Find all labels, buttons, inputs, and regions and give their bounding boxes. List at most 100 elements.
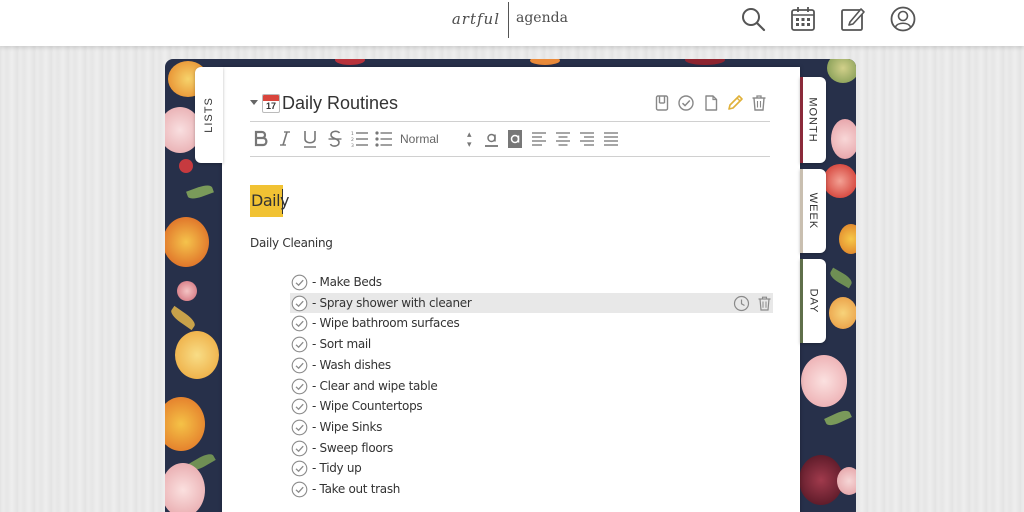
list-title[interactable]: Daily Routines <box>282 93 398 114</box>
align-right-button[interactable] <box>579 128 595 150</box>
check-circle-icon[interactable] <box>291 481 308 498</box>
check-circle-icon[interactable] <box>291 357 308 374</box>
check-circle-icon[interactable] <box>291 419 308 436</box>
task-label: - Sort mail <box>312 337 371 352</box>
task-label: - Clear and wipe table <box>312 378 438 393</box>
floral-decoration <box>837 467 856 495</box>
task-label: - Spray shower with cleaner <box>312 295 472 310</box>
tab-color-strip <box>800 169 803 253</box>
task-item[interactable]: - Wipe Countertops <box>290 396 773 417</box>
floral-decoration <box>685 59 725 65</box>
floral-decoration <box>831 119 856 159</box>
trash-icon[interactable] <box>750 94 768 112</box>
floral-decoration <box>165 397 205 451</box>
task-label: - Wash dishes <box>312 357 391 372</box>
account-icon[interactable] <box>889 5 917 33</box>
document-icon[interactable] <box>702 94 720 112</box>
tab-color-strip <box>800 259 803 343</box>
numbered-list-button[interactable]: 123 <box>351 128 368 150</box>
align-left-button[interactable] <box>531 128 547 150</box>
task-item[interactable]: - Clear and wipe table <box>290 376 773 397</box>
search-icon[interactable] <box>739 5 767 33</box>
svg-text:2: 2 <box>351 137 354 143</box>
floral-decoration <box>801 355 847 407</box>
checkmark-icon[interactable] <box>677 94 695 112</box>
svg-text:1: 1 <box>351 131 354 137</box>
formatting-toolbar: 123 Normal ▴ ▾ <box>250 126 770 152</box>
tab-day[interactable]: DAY <box>800 259 826 343</box>
app-logo: artful agenda <box>0 0 1024 46</box>
task-label: - Make Beds <box>312 275 382 289</box>
task-label: - Wipe Countertops <box>312 399 423 414</box>
bold-button[interactable] <box>253 128 269 150</box>
task-item[interactable]: - Wipe Sinks <box>290 417 773 438</box>
check-circle-icon[interactable] <box>291 398 308 415</box>
list-title-row: 17 Daily Routines <box>250 92 770 120</box>
check-circle-icon[interactable] <box>291 295 308 312</box>
save-icon[interactable] <box>653 94 671 112</box>
task-item[interactable]: - Sort mail <box>290 334 773 355</box>
floral-decoration <box>165 463 205 512</box>
calendar-icon[interactable] <box>789 5 817 33</box>
tab-month-label: MONTH <box>807 97 820 143</box>
title-divider <box>250 121 770 122</box>
tab-month[interactable]: MONTH <box>800 77 826 163</box>
top-bar: artful agenda <box>0 0 1024 46</box>
floral-decoration <box>828 267 854 289</box>
task-label: - Wipe Sinks <box>312 419 383 434</box>
logo-text-left: artful <box>451 10 500 28</box>
check-circle-icon[interactable] <box>291 440 308 457</box>
text-format-value: Normal <box>400 132 439 146</box>
compose-icon[interactable] <box>839 5 867 33</box>
align-center-button[interactable] <box>555 128 571 150</box>
calendar-emoji-icon: 17 <box>262 94 280 113</box>
check-circle-icon[interactable] <box>291 315 308 332</box>
justify-button[interactable] <box>603 128 619 150</box>
italic-button[interactable] <box>278 128 292 150</box>
floral-decoration <box>186 182 214 202</box>
check-circle-icon[interactable] <box>291 336 308 353</box>
bullet-list-button[interactable] <box>375 128 392 150</box>
clock-icon[interactable] <box>733 295 750 312</box>
floral-decoration <box>530 59 560 65</box>
underline-button[interactable] <box>302 128 318 150</box>
floral-decoration <box>827 59 856 83</box>
strikethrough-button[interactable] <box>327 128 343 150</box>
tab-lists-label: LISTS <box>203 97 216 133</box>
check-circle-icon[interactable] <box>291 378 308 395</box>
svg-text:3: 3 <box>351 143 354 149</box>
floral-decoration <box>177 281 197 301</box>
floral-decoration <box>175 331 219 379</box>
logo-divider <box>508 2 509 38</box>
task-item[interactable]: - Wipe bathroom surfaces <box>290 313 773 334</box>
highlighted-heading[interactable]: Daily <box>250 185 289 217</box>
floral-decoration <box>165 217 209 267</box>
task-item[interactable]: - Tidy up <box>290 458 773 479</box>
select-arrows-icon: ▴ ▾ <box>467 129 472 149</box>
text-cursor <box>282 189 283 214</box>
tab-day-label: DAY <box>807 288 819 314</box>
floral-decoration <box>823 164 856 198</box>
check-circle-icon[interactable] <box>291 460 308 477</box>
task-item[interactable]: - Spray shower with cleaner <box>290 292 773 314</box>
floral-decoration <box>824 407 852 429</box>
font-color-button[interactable] <box>484 128 499 150</box>
trash-icon[interactable] <box>756 295 773 312</box>
tab-week[interactable]: WEEK <box>800 169 826 253</box>
task-item[interactable]: - Sweep floors <box>290 438 773 459</box>
task-label: - Take out trash <box>312 482 401 496</box>
floral-decoration <box>829 297 856 329</box>
task-item[interactable]: - Take out trash <box>290 479 773 500</box>
pencil-icon[interactable] <box>726 94 744 112</box>
floral-decoration <box>168 305 198 331</box>
floral-decoration <box>179 159 193 173</box>
text-format-select[interactable]: Normal ▴ ▾ <box>400 129 480 149</box>
section-subheading[interactable]: Daily Cleaning <box>250 236 333 250</box>
task-item[interactable]: - Wash dishes <box>290 355 773 376</box>
tab-lists[interactable]: LISTS <box>195 67 223 163</box>
check-circle-icon[interactable] <box>291 274 308 291</box>
collapse-caret-icon[interactable] <box>250 100 258 105</box>
logo-text-right: agenda <box>516 10 568 26</box>
task-item[interactable]: - Make Beds <box>290 272 773 293</box>
highlight-color-button[interactable] <box>507 128 523 150</box>
